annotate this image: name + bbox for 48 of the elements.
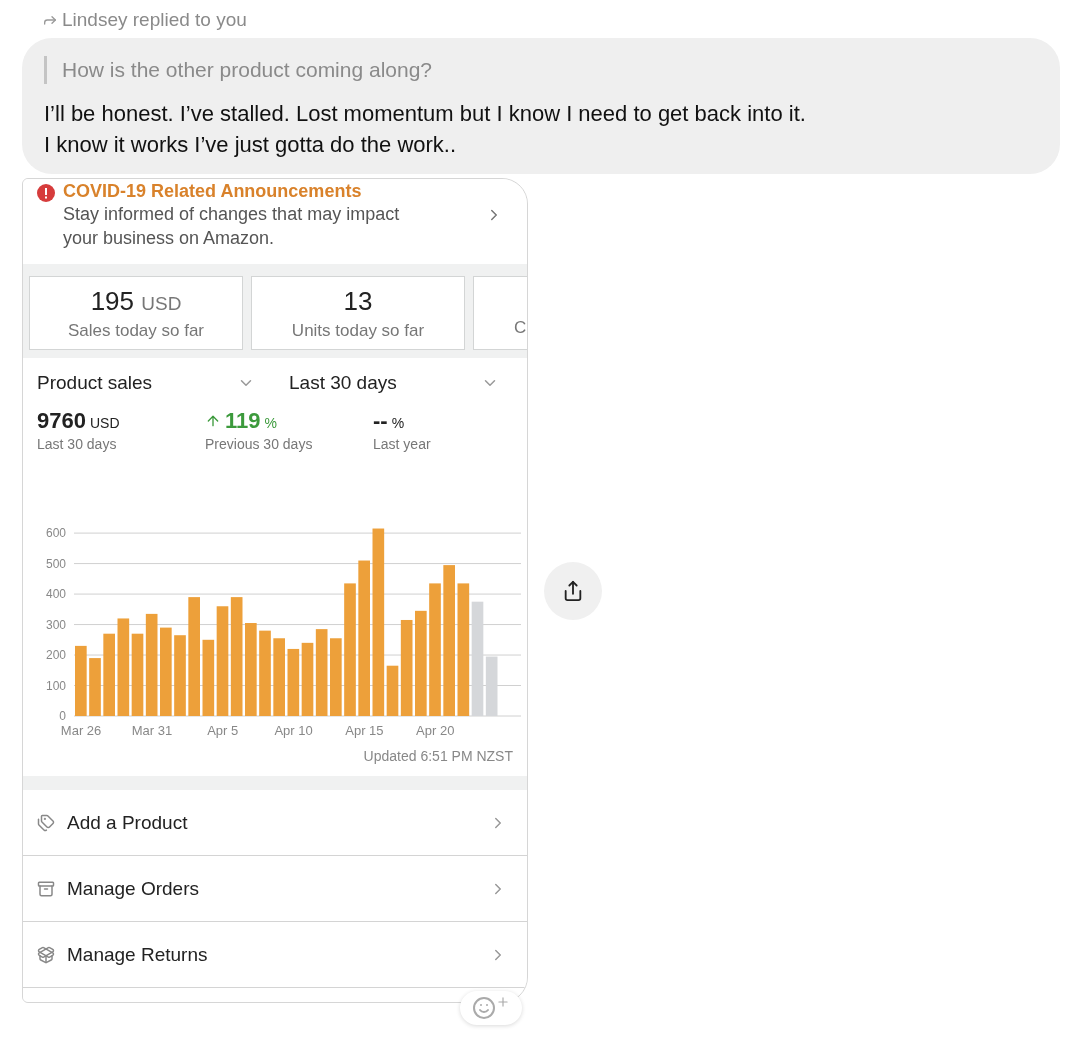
tag-icon — [37, 813, 55, 832]
menu-item[interactable]: Add a Product — [23, 790, 527, 856]
axis-label: 300 — [45, 617, 66, 632]
axis-label: 0 — [59, 709, 66, 723]
quoted-message: How is the other product coming along? — [44, 56, 1038, 84]
stat-label: C — [514, 318, 527, 338]
reply-header: Lindsey replied to you — [62, 9, 247, 31]
axis-label: Mar 26 — [60, 723, 102, 738]
plus-icon — [496, 995, 510, 1009]
axis-label: 500 — [45, 556, 66, 571]
alert-icon — [37, 184, 55, 202]
axis-label: Apr 10 — [274, 723, 313, 738]
metric-value: -- % — [373, 408, 406, 434]
bar — [89, 658, 101, 716]
axis-label: Apr 20 — [416, 723, 455, 738]
stat-value: 195 USD — [90, 285, 182, 317]
axis-label: 400 — [45, 587, 66, 602]
metric-label: Last year — [373, 436, 432, 452]
axis-label: 200 — [45, 648, 66, 663]
announcement-text: Stay informed of changes that may impact your business on Amazon. — [63, 203, 401, 250]
bar — [75, 645, 87, 716]
menu-item[interactable]: Manage Orders — [23, 856, 527, 922]
archive-box-icon — [37, 879, 55, 898]
axis-label: Apr 5 — [207, 723, 239, 738]
axis-label: Mar 31 — [131, 723, 173, 738]
metric-value: 9760 USD — [37, 408, 121, 434]
message-text: I’ll be honest. I’ve stalled. Lost momentum but I know I need to get back into it. I know it works I’ve just gotta do the work.. — [44, 100, 807, 159]
metric-value: 119 % — [205, 408, 373, 434]
dropdown[interactable]: Product sales — [37, 372, 289, 394]
smiley-icon — [472, 996, 496, 1020]
open-box-icon — [37, 945, 55, 964]
axis-label: Apr 15 — [345, 723, 384, 738]
screenshot-attachment[interactable] — [22, 178, 528, 1003]
bar — [287, 648, 300, 716]
menu-item[interactable]: Manage Returns — [23, 922, 527, 988]
metric-label: Previous 30 days — [205, 436, 314, 452]
add-reaction-button[interactable] — [460, 991, 522, 1025]
metric-label: Last 30 days — [37, 436, 118, 452]
dropdown[interactable]: Last 30 days — [289, 372, 527, 394]
stat-label: Sales today so far — [67, 320, 205, 341]
stat-value: 13 — [343, 285, 373, 317]
share-icon — [562, 579, 584, 602]
announcement-title: COVID-19 Related Announcements — [63, 181, 363, 202]
stat-label: Units today so far — [291, 320, 425, 341]
axis-label: 600 — [45, 526, 66, 541]
updated-text: Updated 6:51 PM NZST — [362, 748, 513, 766]
arrow-up-icon — [205, 413, 221, 429]
axis-label: 100 — [45, 678, 66, 693]
